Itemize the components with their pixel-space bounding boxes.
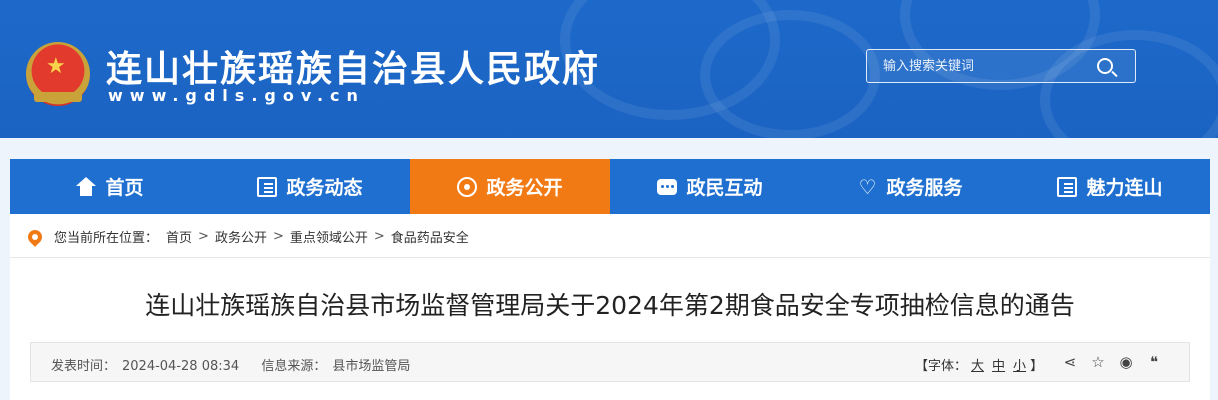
- weibo-icon[interactable]: ◉: [1117, 353, 1135, 371]
- content-panel: 您当前所在位置： 首页 > 政务公开 > 重点领域公开 > 食品药品安全 连山壮…: [10, 214, 1210, 400]
- wechat-icon[interactable]: ❝: [1145, 353, 1163, 371]
- heart-hand-icon: ♡: [858, 174, 877, 199]
- share-icons: ⋖ ☆ ◉ ❝: [1061, 353, 1163, 371]
- nav-item-label: 政务服务: [886, 177, 963, 199]
- site-title[interactable]: 连山壮族瑶族自治县人民政府: [106, 40, 600, 92]
- font-size-control: 【字体：大中小】: [915, 355, 1043, 374]
- breadcrumb-link-open-gov[interactable]: 政务公开: [215, 227, 267, 246]
- book-icon: [1057, 176, 1078, 197]
- font-size-small-button[interactable]: 小: [1013, 359, 1026, 374]
- share-icon[interactable]: ⋖: [1061, 353, 1079, 371]
- source-label: 信息来源：: [261, 359, 327, 374]
- nav-item-interaction[interactable]: 政民互动: [610, 159, 810, 214]
- publish-time: 2024-04-28 08:34: [122, 359, 240, 374]
- list-icon: [257, 176, 278, 197]
- eye-icon: [457, 176, 478, 197]
- search-icon[interactable]: [1097, 58, 1113, 74]
- nav-item-charm[interactable]: 魅力连山: [1010, 159, 1210, 214]
- nav-item-services[interactable]: ♡ 政务服务: [810, 159, 1010, 214]
- breadcrumb-separator: >: [373, 229, 385, 244]
- font-size-close: 】: [1030, 359, 1044, 374]
- search-input[interactable]: [883, 50, 1083, 82]
- breadcrumb-prefix: 您当前所在位置：: [54, 231, 159, 246]
- breadcrumb-link-key-areas[interactable]: 重点领域公开: [290, 227, 368, 246]
- site-header: ★ 连山壮族瑶族自治县人民政府 www.gdls.gov.cn: [0, 0, 1218, 138]
- nav-item-label: 魅力连山: [1086, 177, 1163, 199]
- nav-item-label: 首页: [105, 177, 144, 199]
- source-value: 县市场监管局: [332, 359, 411, 374]
- nav-item-label: 政务公开: [486, 177, 563, 199]
- national-emblem-icon: ★: [26, 42, 90, 106]
- breadcrumb: 您当前所在位置： 首页 > 政务公开 > 重点领域公开 > 食品药品安全: [25, 226, 469, 247]
- chat-icon: [657, 178, 678, 195]
- font-size-large-button[interactable]: 大: [971, 359, 984, 374]
- site-url: www.gdls.gov.cn: [108, 86, 365, 105]
- search-box: [866, 49, 1136, 83]
- nav-item-label: 政务动态: [286, 177, 363, 199]
- nav-item-news[interactable]: 政务动态: [210, 159, 410, 214]
- article-title: 连山壮族瑶族自治县市场监督管理局关于2024年第2期食品安全专项抽检信息的通告: [145, 291, 1075, 320]
- nav-item-label: 政民互动: [686, 177, 763, 199]
- cloud-decoration: [700, 10, 880, 138]
- divider: [10, 257, 1210, 258]
- breadcrumb-link-home[interactable]: 首页: [166, 227, 192, 246]
- main-nav: 首页 政务动态 政务公开 政民互动 ♡ 政务服务 魅力连山: [10, 159, 1210, 214]
- home-icon: [76, 176, 97, 197]
- nav-item-home[interactable]: 首页: [10, 159, 210, 214]
- breadcrumb-separator: >: [272, 229, 284, 244]
- location-pin-icon: [25, 226, 45, 247]
- nav-item-open-gov[interactable]: 政务公开: [410, 159, 610, 214]
- breadcrumb-link-food-drug[interactable]: 食品药品安全: [391, 227, 469, 246]
- font-size-label: 【字体：: [915, 359, 968, 374]
- article-meta: 发表时间： 2024-04-28 08:34 信息来源： 县市场监管局: [51, 355, 416, 374]
- article-meta-bar: 发表时间： 2024-04-28 08:34 信息来源： 县市场监管局 【字体：大中…: [30, 342, 1190, 382]
- publish-label: 发表时间：: [51, 359, 117, 374]
- breadcrumb-separator: >: [198, 229, 209, 244]
- font-size-medium-button[interactable]: 中: [992, 359, 1005, 374]
- star-icon[interactable]: ☆: [1089, 353, 1107, 371]
